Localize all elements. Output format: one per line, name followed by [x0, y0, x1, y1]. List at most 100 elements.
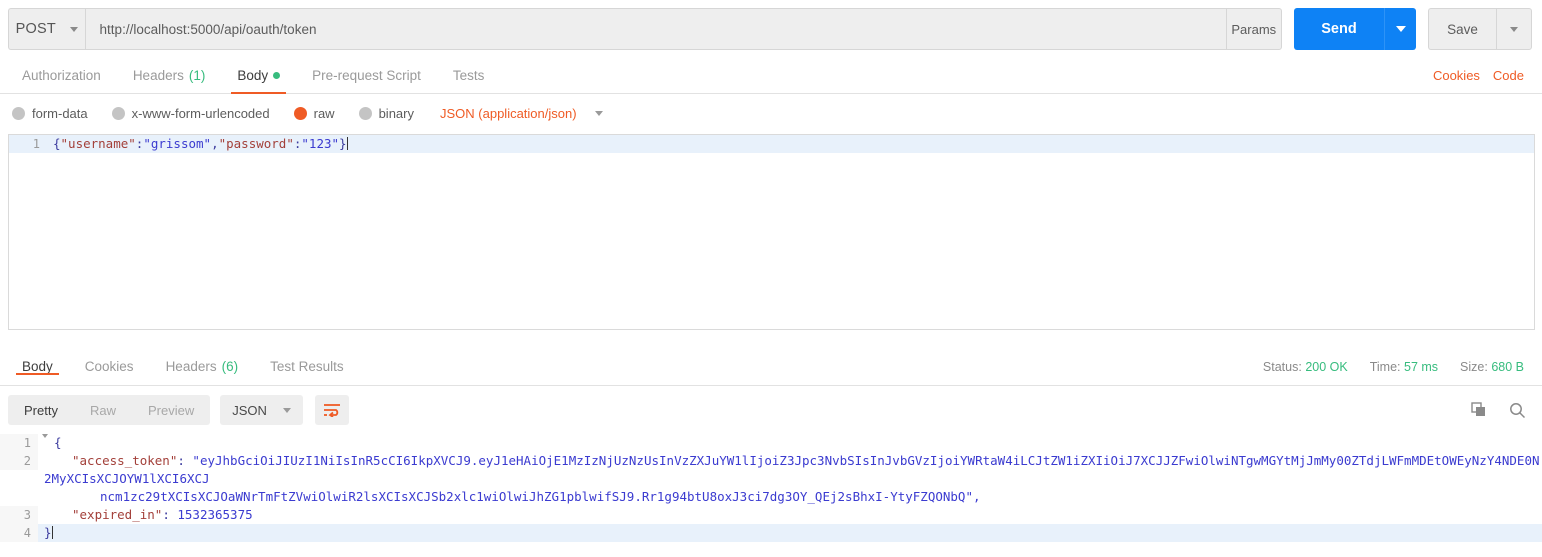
cookies-link[interactable]: Cookies: [1433, 68, 1480, 83]
size-value[interactable]: 680 B: [1491, 360, 1524, 374]
body-type-row: form-data x-www-form-urlencoded raw bina…: [0, 94, 1542, 132]
response-format-label: JSON: [232, 402, 267, 418]
json-key: "access_token": [72, 453, 178, 468]
editor-line: 1 {"username":"grissom","password":"123"…: [9, 135, 1534, 153]
tab-count-badge: (6): [221, 359, 239, 374]
radio-icon: [111, 106, 125, 120]
body-type-binary[interactable]: binary: [358, 105, 414, 121]
text-cursor: [51, 526, 53, 539]
response-format-selector[interactable]: JSON: [220, 395, 303, 425]
code-link[interactable]: Code: [1493, 68, 1524, 83]
response-toolbar-right: [1471, 402, 1526, 419]
params-button[interactable]: Params: [1225, 8, 1282, 50]
body-type-label: x-www-form-urlencoded: [131, 105, 270, 121]
tab-label: Pre-request Script: [312, 68, 421, 83]
json-value-part2: ncm1zc29tXCIsXCJOaWNrTmFtZVwiOlwiR2lsXCI…: [100, 489, 981, 504]
view-mode-pretty[interactable]: Pretty: [8, 395, 74, 425]
json-colon: :: [162, 507, 178, 522]
tab-label: Test Results: [270, 359, 344, 374]
tab-label: Tests: [452, 68, 485, 83]
view-mode-preview[interactable]: Preview: [132, 395, 210, 425]
tab-label: Headers: [165, 359, 217, 374]
json-key: "expired_in": [72, 507, 163, 522]
time-stat: Time: 57 ms: [1370, 360, 1438, 374]
tab-label: Body: [22, 359, 53, 374]
body-type-urlencoded[interactable]: x-www-form-urlencoded: [111, 105, 270, 121]
response-body-viewer[interactable]: 1 { 2 "access_token": "eyJhbGciOiJIUzI1N…: [0, 434, 1542, 557]
http-method-label: POST: [15, 21, 56, 37]
body-type-label: raw: [313, 105, 335, 121]
body-type-label: binary: [378, 105, 414, 121]
request-tabs: Authorization Headers (1) Body Pre-reque…: [0, 58, 1542, 94]
radio-icon: [12, 106, 25, 120]
body-type-label: form-data: [32, 105, 88, 121]
size-stat: Size: 680 B: [1460, 360, 1524, 374]
tab-body[interactable]: Body: [221, 58, 296, 94]
json-value: 1532365375: [177, 507, 253, 522]
line-number: 1: [0, 434, 38, 452]
content-type-selector[interactable]: JSON (application/json): [440, 106, 603, 121]
word-wrap-icon: [323, 404, 340, 417]
chevron-down-icon: [594, 110, 603, 116]
response-line: 4 }: [0, 524, 1542, 542]
response-line: 3 "expired_in": 1532365375: [0, 506, 1542, 524]
json-brace: }: [339, 136, 347, 151]
radio-icon: [358, 106, 372, 120]
status-stat: Status: 200 OK: [1263, 360, 1348, 374]
tab-headers[interactable]: Headers (1): [117, 58, 222, 93]
content-type-label: JSON (application/json): [440, 105, 577, 121]
json-key: "username": [60, 136, 136, 151]
response-view-mode-group: Pretty Raw Preview: [8, 395, 211, 425]
tab-authorization[interactable]: Authorization: [6, 58, 117, 93]
status-label: Status:: [1262, 359, 1302, 374]
url-bar: POST http://localhost:5000/api/oauth/tok…: [0, 0, 1542, 58]
text-cursor: [346, 137, 348, 150]
http-method-selector[interactable]: POST: [8, 8, 85, 50]
body-modified-dot-icon: [273, 72, 281, 79]
copy-icon: [1471, 402, 1485, 416]
json-value-part1: "eyJhbGciOiJIUzI1NiIsInR5cCI6IkpXVCJ9.ey…: [44, 453, 1540, 486]
response-stats: Status: 200 OK Time: 57 ms Size: 680 B: [1263, 360, 1542, 374]
size-label: Size:: [1460, 359, 1488, 374]
send-options-button[interactable]: [1384, 8, 1416, 50]
response-tab-body[interactable]: Body: [6, 359, 69, 375]
body-type-raw[interactable]: raw: [293, 105, 335, 121]
status-value[interactable]: 200 OK: [1305, 360, 1347, 374]
tab-tests[interactable]: Tests: [437, 58, 501, 93]
json-value: "grissom": [143, 136, 212, 151]
request-json-content: {"username":"grissom","password":"123"}: [47, 135, 348, 153]
request-tabs-right-links: Cookies Code: [1433, 58, 1542, 93]
time-value[interactable]: 57 ms: [1404, 360, 1438, 374]
response-tab-test-results[interactable]: Test Results: [254, 359, 360, 374]
tab-label: Authorization: [22, 68, 101, 83]
view-mode-raw[interactable]: Raw: [74, 395, 132, 425]
json-comma: ,: [211, 136, 219, 151]
chevron-down-icon: [1395, 26, 1406, 32]
tab-label: Cookies: [84, 359, 134, 374]
response-toolbar: Pretty Raw Preview JSON: [0, 386, 1542, 434]
request-body-editor[interactable]: 1 {"username":"grissom","password":"123"…: [8, 134, 1535, 330]
response-line: 1 {: [0, 434, 1542, 452]
response-json-brace: {: [54, 435, 62, 450]
postman-request-response-view: POST http://localhost:5000/api/oauth/tok…: [0, 0, 1542, 557]
send-button-group: Send: [1294, 8, 1416, 50]
time-label: Time:: [1369, 359, 1401, 374]
response-access-token-line: "access_token": "eyJhbGciOiJIUzI1NiIsInR…: [44, 453, 1540, 504]
save-options-button[interactable]: [1496, 8, 1532, 50]
tab-pre-request-script[interactable]: Pre-request Script: [296, 58, 437, 93]
search-button[interactable]: [1509, 402, 1526, 419]
request-url-input[interactable]: http://localhost:5000/api/oauth/token: [84, 8, 1226, 50]
chevron-down-icon: [282, 407, 291, 413]
word-wrap-toggle[interactable]: [314, 395, 349, 425]
line-number: 1: [32, 137, 40, 151]
line-number: 2: [0, 452, 38, 470]
response-tab-headers[interactable]: Headers (6): [150, 359, 255, 374]
body-type-form-data[interactable]: form-data: [12, 106, 88, 121]
send-button[interactable]: Send: [1294, 8, 1384, 50]
line-number: 4: [0, 524, 38, 542]
json-brace: {: [53, 136, 61, 151]
copy-button[interactable]: [1471, 402, 1487, 418]
save-button[interactable]: Save: [1428, 8, 1496, 50]
response-tab-cookies[interactable]: Cookies: [69, 359, 150, 374]
tab-count-badge: (1): [188, 68, 206, 83]
